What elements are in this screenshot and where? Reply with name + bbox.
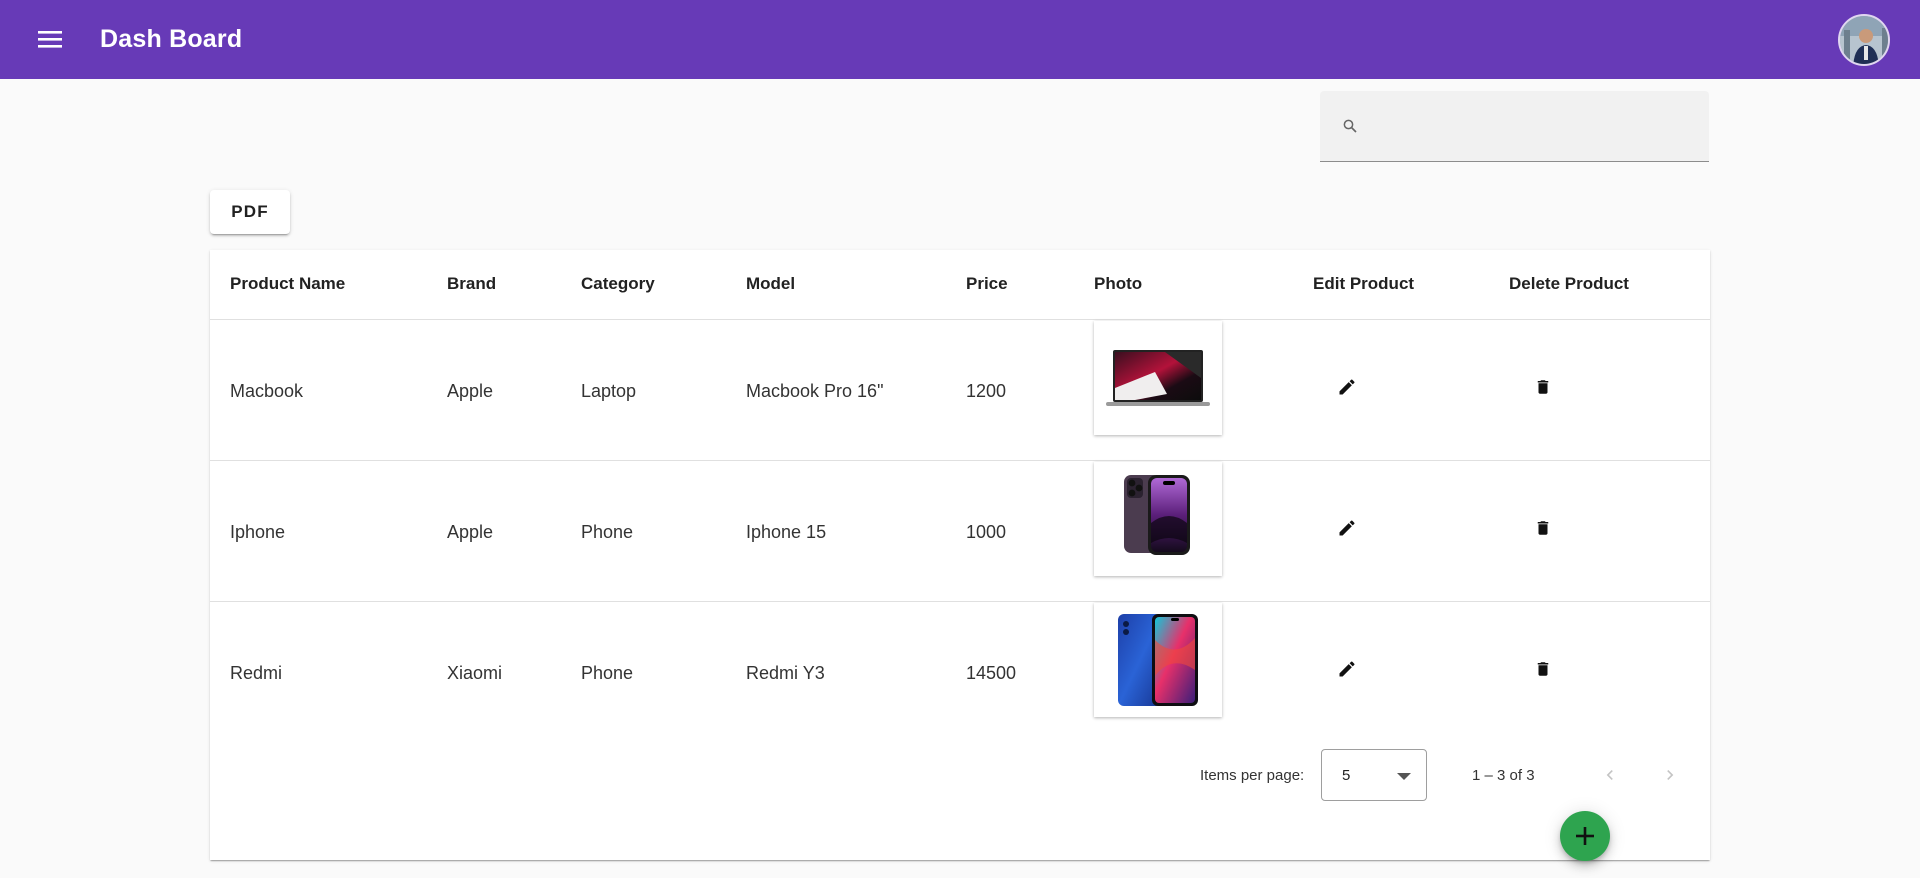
cell-category: Laptop [581, 381, 637, 401]
header-price[interactable]: Price [966, 274, 1008, 294]
edit-button[interactable] [1327, 649, 1367, 689]
user-avatar-icon [1840, 16, 1888, 64]
search-field[interactable] [1320, 91, 1709, 162]
header-model[interactable]: Model [746, 274, 795, 294]
cell-brand: Apple [447, 381, 494, 401]
product-photo [1094, 462, 1222, 576]
items-per-page-label: Items per page: [1200, 767, 1305, 784]
page-size-select[interactable]: 5 [1321, 749, 1427, 801]
pdf-button[interactable]: PDF [210, 190, 290, 234]
pencil-icon [1339, 520, 1355, 536]
cell-price: 14500 [966, 663, 1017, 683]
header-delete-product: Delete Product [1509, 274, 1629, 293]
delete-button[interactable] [1523, 367, 1563, 407]
delete-button[interactable] [1523, 649, 1563, 689]
trash-icon [1537, 662, 1549, 676]
avatar[interactable] [1838, 14, 1890, 66]
redmi-phone-image [1118, 614, 1198, 706]
page-range-label: 1 – 3 of 3 [1472, 767, 1535, 784]
cell-price: 1200 [966, 381, 1007, 401]
table-header: Product Name Brand Category Model Price … [210, 250, 1710, 320]
header-brand[interactable]: Brand [447, 274, 496, 294]
cell-product-name: Redmi [230, 663, 283, 683]
laptop-image [1106, 350, 1210, 406]
products-table: Product Name Brand Category Model Price … [210, 250, 1710, 860]
trash-icon [1537, 521, 1549, 535]
top-toolbar: Dash Board [0, 0, 1920, 79]
iphone-image [1124, 475, 1190, 555]
menu-icon [38, 31, 62, 48]
header-edit-product: Edit Product [1313, 274, 1415, 293]
cell-category: Phone [581, 663, 634, 683]
previous-page-button[interactable] [1590, 755, 1630, 795]
cell-brand: Apple [447, 522, 494, 542]
delete-button[interactable] [1523, 508, 1563, 548]
header-photo: Photo [1094, 274, 1143, 293]
page-size-value: 5 [1342, 767, 1351, 784]
search-input[interactable] [1372, 109, 1692, 145]
pencil-icon [1339, 379, 1355, 395]
trash-icon [1537, 380, 1549, 394]
header-category[interactable]: Category [581, 274, 655, 294]
cell-model: Macbook Pro 16" [746, 381, 884, 401]
cell-price: 1000 [966, 522, 1007, 542]
pencil-icon [1339, 661, 1355, 677]
search-icon [1343, 119, 1357, 133]
plus-icon [1576, 827, 1594, 845]
app-title: Dash Board [100, 25, 243, 53]
header-product-name[interactable]: Product Name [230, 274, 345, 294]
edit-button[interactable] [1327, 508, 1367, 548]
product-photo [1094, 603, 1222, 717]
chevron-right-icon [1667, 770, 1674, 780]
menu-button[interactable] [26, 15, 74, 63]
cell-category: Phone [581, 522, 634, 542]
cell-model: Redmi Y3 [746, 663, 825, 683]
table-row: Redmi Xiaomi Phone Redmi Y3 14500 [210, 602, 1710, 743]
cell-product-name: Macbook [230, 381, 304, 401]
chevron-left-icon [1606, 770, 1613, 780]
cell-brand: Xiaomi [447, 663, 503, 683]
product-photo [1094, 321, 1222, 435]
dropdown-arrow-icon [1397, 773, 1411, 780]
cell-product-name: Iphone [230, 522, 286, 542]
add-product-button[interactable] [1560, 811, 1610, 861]
cell-model: Iphone 15 [746, 522, 827, 542]
next-page-button[interactable] [1650, 755, 1690, 795]
table-row: Macbook Apple Laptop Macbook Pro 16" 120… [210, 320, 1710, 461]
table-row: Iphone Apple Phone Iphone 15 1000 [210, 461, 1710, 602]
edit-button[interactable] [1327, 367, 1367, 407]
